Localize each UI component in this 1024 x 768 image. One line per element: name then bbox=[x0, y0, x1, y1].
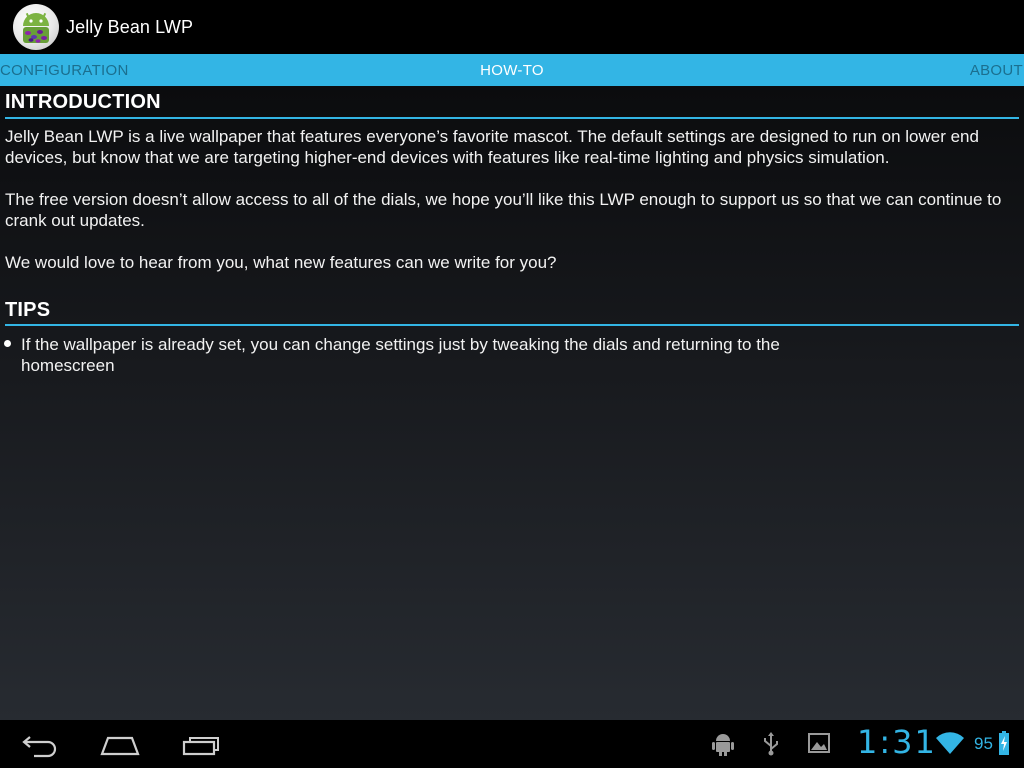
introduction-divider bbox=[5, 117, 1019, 119]
android-mascot-icon bbox=[23, 12, 49, 43]
tab-bar: CONFIGURATION HOW-TO ABOUT bbox=[0, 54, 1024, 86]
wifi-icon bbox=[936, 732, 964, 759]
battery-percent: 95 bbox=[974, 734, 993, 753]
battery-charging-icon bbox=[999, 731, 1009, 760]
screenshot-icon bbox=[808, 732, 830, 759]
app-root: Jelly Bean LWP CONFIGURATION HOW-TO ABOU… bbox=[0, 0, 1024, 768]
home-button[interactable] bbox=[96, 728, 144, 760]
usb-icon bbox=[762, 732, 780, 761]
app-title: Jelly Bean LWP bbox=[66, 16, 194, 37]
back-icon bbox=[22, 736, 57, 758]
recent-apps-icon bbox=[182, 737, 219, 756]
tips-divider bbox=[5, 324, 1019, 326]
system-bar: 1:31 95 bbox=[0, 720, 1024, 768]
home-icon bbox=[100, 736, 140, 756]
intro-paragraph-1: Jelly Bean LWP is a live wallpaper that … bbox=[5, 127, 979, 167]
clock[interactable]: 1:31 bbox=[857, 723, 937, 761]
tips-heading: TIPS bbox=[5, 299, 51, 321]
bullet-icon bbox=[4, 340, 11, 347]
introduction-heading: INTRODUCTION bbox=[5, 91, 161, 113]
back-button[interactable] bbox=[16, 728, 64, 760]
how-to-content[interactable]: INTRODUCTION Jelly Bean LWP is a live wa… bbox=[0, 86, 1024, 720]
tab-about[interactable]: ABOUT bbox=[970, 54, 1023, 86]
tip-item-1: If the wallpaper is already set, you can… bbox=[21, 335, 780, 375]
tab-how-to[interactable]: HOW-TO bbox=[0, 54, 1024, 86]
intro-paragraph-3: We would love to hear from you, what new… bbox=[5, 253, 557, 272]
android-debug-icon bbox=[712, 732, 734, 761]
app-icon[interactable] bbox=[13, 4, 59, 50]
recent-apps-button[interactable] bbox=[178, 728, 226, 760]
action-bar: Jelly Bean LWP bbox=[0, 0, 1024, 54]
intro-paragraph-2: The free version doesn’t allow access to… bbox=[5, 190, 1002, 230]
